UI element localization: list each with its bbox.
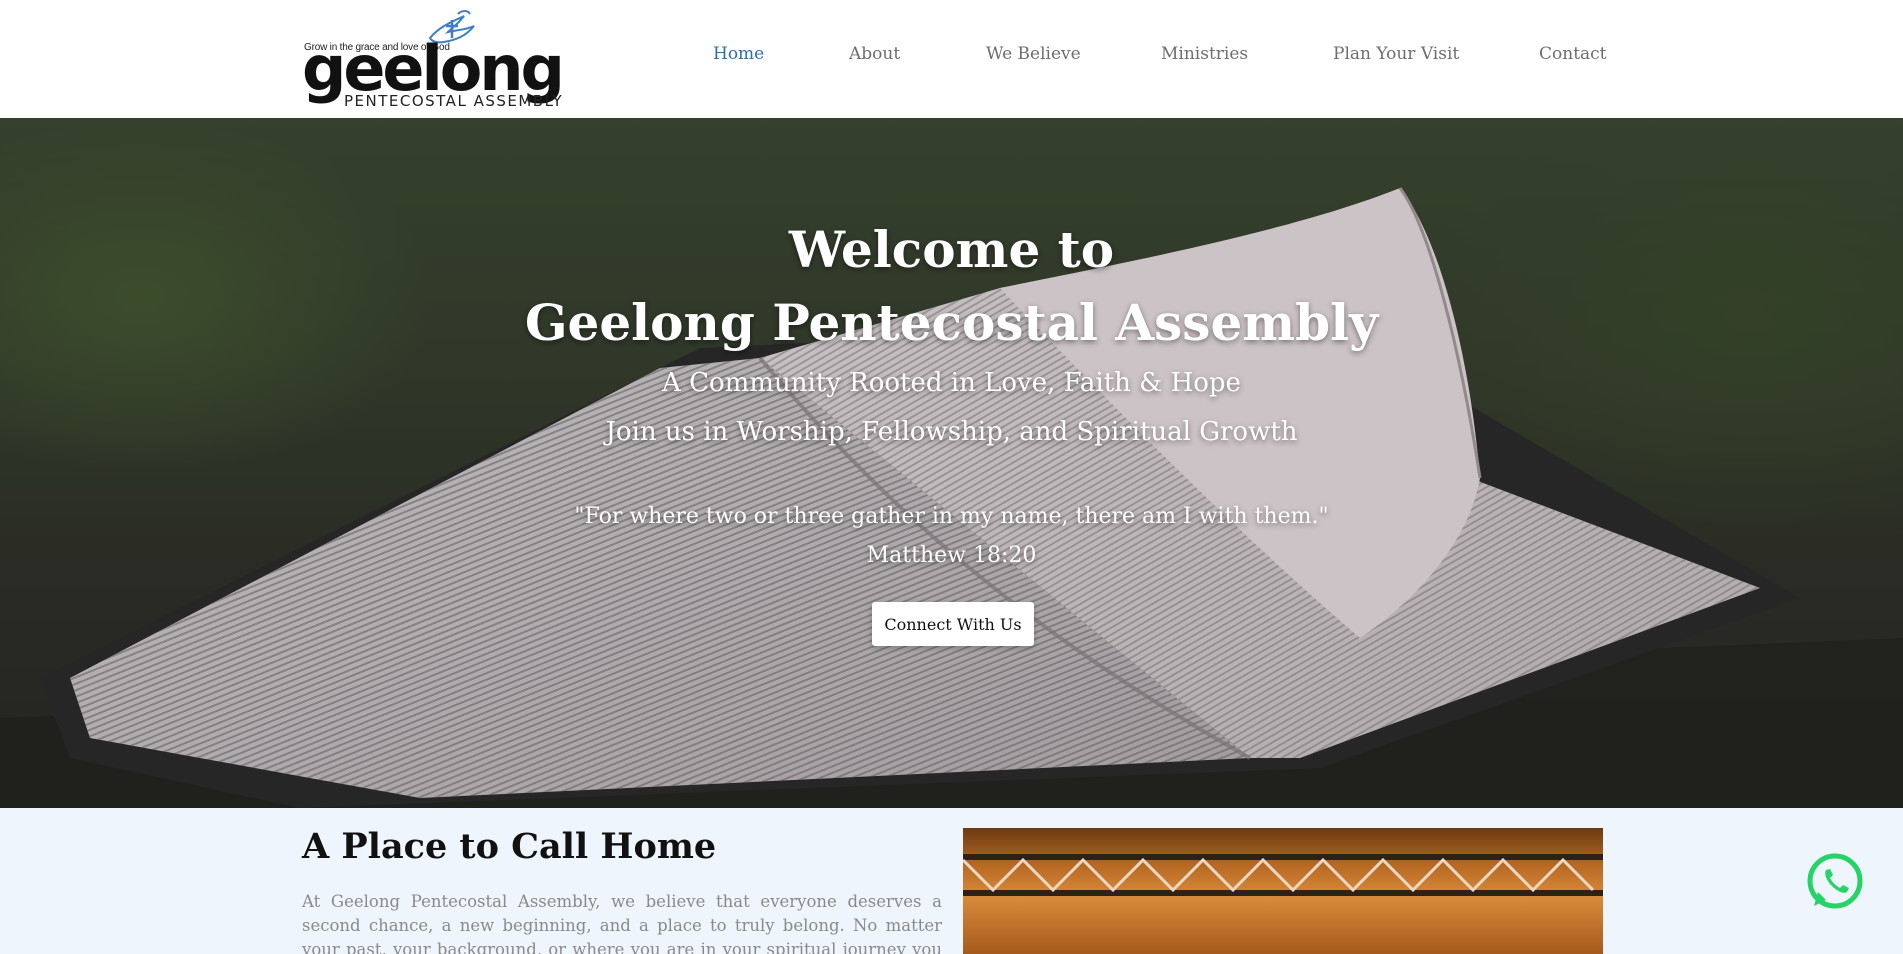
connect-with-us-button[interactable]: Connect With Us	[872, 602, 1034, 646]
main-nav: Home About We Believe Ministries Plan Yo…	[0, 44, 1903, 72]
about-body: At Geelong Pentecostal Assembly, we beli…	[302, 892, 942, 954]
about-section: A Place to Call Home At Geelong Pentecos…	[0, 808, 1903, 954]
hero-subtitle-line2: Join us in Worship, Fellowship, and Spir…	[605, 417, 1298, 447]
hero-banner: Welcome to Geelong Pentecostal Assembly …	[0, 118, 1903, 808]
hero-quote-reference: Matthew 18:20	[866, 543, 1037, 568]
whatsapp-icon[interactable]	[1804, 850, 1866, 912]
site-header: Grow in the grace and love of God geelon…	[0, 0, 1903, 118]
nav-plan-your-visit[interactable]: Plan Your Visit	[1333, 44, 1459, 64]
about-heading: A Place to Call Home	[302, 826, 717, 867]
hero-quote: "For where two or three gather in my nam…	[574, 504, 1329, 529]
about-photo	[963, 828, 1603, 954]
hero-title-line1: Welcome to	[788, 220, 1115, 279]
nav-we-believe[interactable]: We Believe	[986, 44, 1081, 64]
nav-ministries[interactable]: Ministries	[1161, 44, 1248, 64]
logo-subname: PENTECOSTAL ASSEMBLY	[344, 92, 564, 110]
nav-home[interactable]: Home	[713, 44, 764, 64]
nav-contact[interactable]: Contact	[1539, 44, 1607, 64]
nav-about[interactable]: About	[849, 44, 900, 64]
hero-subtitle-line1: A Community Rooted in Love, Faith & Hope	[662, 368, 1241, 398]
stage-truss-image	[963, 854, 1603, 896]
hero-title-line2: Geelong Pentecostal Assembly	[524, 293, 1379, 352]
